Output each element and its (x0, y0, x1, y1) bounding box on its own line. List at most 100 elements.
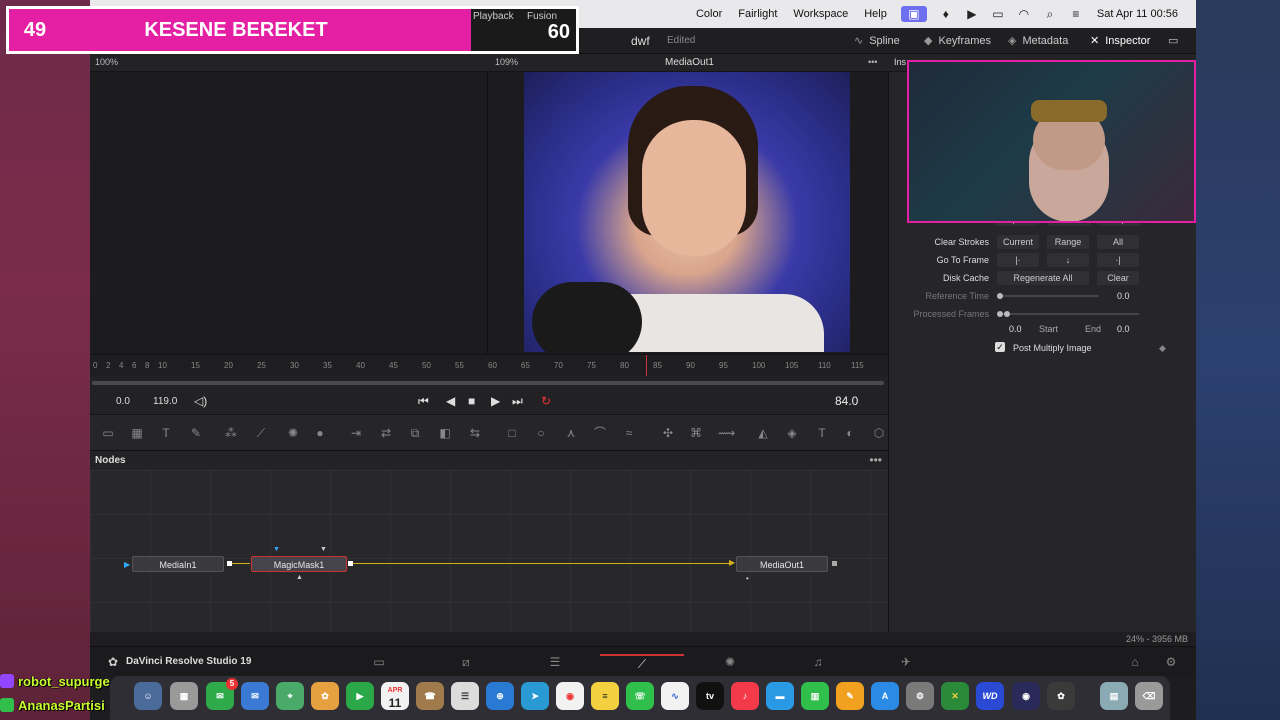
menu-help[interactable]: Help (864, 8, 887, 20)
keyframes-button[interactable]: ◆ Keyframes (924, 34, 991, 47)
fusion-page-icon[interactable]: ⟋ (600, 654, 684, 671)
davinci-resolve-icon[interactable]: ✿ (1047, 682, 1075, 710)
ellipse-mask-icon[interactable]: ○ (533, 425, 549, 441)
text3d-tool-icon[interactable]: T (814, 425, 830, 441)
menu-clock[interactable]: Sat Apr 11 00:56 (1097, 8, 1178, 20)
bspline-mask-icon[interactable]: ⌒ (592, 425, 608, 441)
color-page-icon[interactable]: ✺ (722, 654, 738, 670)
search-icon[interactable]: ⌕ (1043, 8, 1057, 20)
background-tool-icon[interactable]: ▭ (100, 425, 116, 441)
camera-tracker-icon[interactable]: ⟿ (718, 425, 735, 441)
post-multiply-checkbox[interactable]: ✓ (995, 342, 1005, 352)
stop-icon[interactable]: ■ (468, 394, 475, 408)
planar-tracker-icon[interactable]: ⌘ (688, 425, 704, 441)
render-start-field[interactable]: 0.0 (116, 396, 130, 407)
transform-tool-icon[interactable]: ⇄ (378, 425, 394, 441)
control-center-icon[interactable]: ≡ (1069, 8, 1083, 20)
rectangle-mask-icon[interactable]: □ (504, 425, 520, 441)
facetime-icon[interactable]: ▶ (346, 682, 374, 710)
obs-icon[interactable]: ◉ (1012, 682, 1040, 710)
freeform-icon[interactable]: ∿ (661, 682, 689, 710)
text-tool-icon[interactable]: T (158, 425, 174, 441)
audio-icon[interactable]: ◁) (194, 394, 207, 408)
saver-tool-icon[interactable]: ◧ (437, 425, 453, 441)
paint-tool-icon[interactable]: ✎ (188, 425, 204, 441)
menu-color[interactable]: Color (696, 8, 722, 20)
node-mediaout1[interactable]: MediaOut1 (736, 556, 828, 572)
reminders-icon[interactable]: ☰ (451, 682, 479, 710)
regenerate-all-button[interactable]: Regenerate All (997, 271, 1089, 285)
fastnoise-tool-icon[interactable]: ▦ (129, 425, 145, 441)
go-to-end-icon[interactable]: ⏭ (512, 394, 523, 409)
fairlight-page-icon[interactable]: ♫ (810, 654, 826, 670)
current-frame-field[interactable]: 84.0 (835, 394, 858, 408)
right-viewer-zoom[interactable]: 109% (495, 57, 518, 67)
time-ruler[interactable]: 0 2 4 6 8 10 15 20 25 30 35 40 45 50 55 … (90, 354, 888, 377)
menu-workspace[interactable]: Workspace (793, 8, 848, 20)
system-settings-icon[interactable]: ⚙ (906, 682, 934, 710)
clear-strokes-current[interactable]: Current (997, 235, 1039, 249)
safari-icon[interactable]: ⊕ (486, 682, 514, 710)
nodes-more-icon[interactable]: ••• (869, 453, 882, 467)
left-viewer-zoom[interactable]: 100% (95, 57, 118, 67)
reference-time-value[interactable]: 0.0 (1117, 291, 1130, 301)
go-to-first-frame-button[interactable]: |· (997, 253, 1039, 267)
keynote-icon[interactable]: ▬ (766, 682, 794, 710)
tracker-tool-icon[interactable]: ✣ (660, 425, 676, 441)
clear-strokes-range[interactable]: Range (1047, 235, 1089, 249)
photos-icon[interactable]: ✿ (311, 682, 339, 710)
scrub-bar[interactable] (90, 376, 888, 390)
trash-icon[interactable]: ⌫ (1135, 682, 1163, 710)
music-icon[interactable]: ♪ (731, 682, 759, 710)
loader-tool-icon[interactable]: ⧉ (407, 425, 423, 441)
merge-tool-icon[interactable]: ⇥ (348, 425, 364, 441)
pages-icon[interactable]: ✎ (836, 682, 864, 710)
camera3d-tool-icon[interactable]: ⬡ (871, 425, 887, 441)
finder-icon[interactable]: ☺ (134, 682, 162, 710)
home-icon[interactable]: ⌂ (1127, 654, 1143, 670)
deliver-page-icon[interactable]: ✈ (898, 654, 914, 670)
mail-icon[interactable]: ✉ (241, 682, 269, 710)
particle-tool-icon[interactable]: ⁂ (223, 425, 239, 441)
inspector-tab-stub[interactable]: Ins (894, 57, 906, 67)
clear-strokes-all[interactable]: All (1097, 235, 1139, 249)
merge3d-tool-icon[interactable]: ◈ (784, 425, 800, 441)
play-circle-icon[interactable]: ▶ (965, 8, 979, 20)
cut-page-icon[interactable]: ⧄ (458, 654, 474, 670)
metadata-button[interactable]: ◈ Metadata (1008, 34, 1068, 47)
settings-gear-icon[interactable]: ⚙ (1163, 654, 1179, 670)
contacts-icon[interactable]: ☎ (416, 682, 444, 710)
media-page-icon[interactable]: ▭ (371, 654, 387, 670)
microphone-icon[interactable]: ♦ (939, 8, 953, 20)
fullscreen-icon[interactable]: ▭ (1168, 34, 1178, 47)
launchpad-icon[interactable]: ▦ (170, 682, 198, 710)
render-end-field[interactable]: 119.0 (153, 396, 177, 407)
go-to-last-frame-button[interactable]: ·| (1097, 253, 1139, 267)
disk-cache-clear-button[interactable]: Clear (1097, 271, 1139, 285)
play-forward-icon[interactable]: ▶ (491, 394, 500, 408)
playhead[interactable] (646, 355, 647, 377)
polygon-mask-icon[interactable]: ⋏ (563, 425, 579, 441)
reference-time-slider[interactable] (999, 295, 1099, 297)
wd-drive-icon[interactable]: WD (976, 682, 1004, 710)
start-value[interactable]: 0.0 (1009, 324, 1022, 334)
right-viewer[interactable] (488, 72, 888, 354)
channel-tool-icon[interactable]: ⇆ (467, 425, 483, 441)
play-reverse-icon[interactable]: ◀ (446, 394, 455, 408)
end-value[interactable]: 0.0 (1117, 324, 1130, 334)
whatsapp-icon[interactable]: ☏ (626, 682, 654, 710)
chrome-icon[interactable]: ◉ (556, 682, 584, 710)
node-mediain1[interactable]: MediaIn1 (132, 556, 224, 572)
wifi-icon[interactable]: ◠ (1017, 8, 1031, 20)
wand-mask-icon[interactable]: ≈ (621, 425, 637, 441)
reference-time-handle[interactable] (997, 293, 1003, 299)
calendar-icon[interactable]: APR 11 (381, 682, 409, 710)
telegram-icon[interactable]: ➤ (521, 682, 549, 710)
maps-icon[interactable]: ⌖ (276, 682, 304, 710)
go-to-start-icon[interactable]: ⏮ (418, 394, 429, 409)
color-tool-icon[interactable]: ● (312, 425, 328, 441)
notes-icon[interactable]: ≡ (591, 682, 619, 710)
shape3d-tool-icon[interactable]: ◭ (755, 425, 771, 441)
loop-icon[interactable]: ↻ (541, 394, 551, 408)
node-magicmask1[interactable]: MagicMask1 (251, 556, 347, 572)
